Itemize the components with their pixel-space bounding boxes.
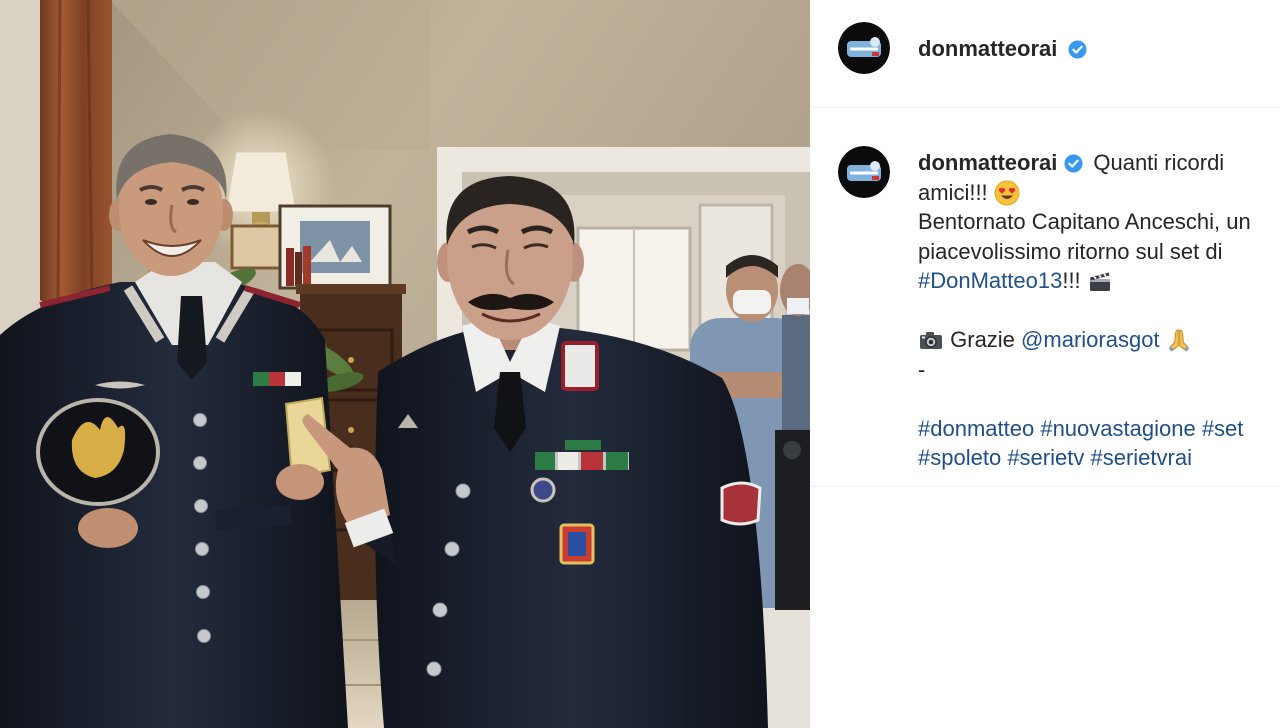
hashtag-row: #spoleto #serietv #serietvrai <box>918 443 1272 473</box>
hashtag-row: #donmatteo #nuovastagione #set <box>918 414 1272 444</box>
hashtag-link[interactable]: #serietv <box>1007 445 1084 470</box>
hashtag-link[interactable]: #set <box>1202 416 1244 441</box>
instagram-post-view: donmatteorai donmatteorai Quanti ricordi… <box>0 0 1280 728</box>
caption-line: amici!!! <box>918 178 1272 208</box>
heart-eyes-emoji-icon <box>994 180 1020 206</box>
small-frame <box>230 224 282 270</box>
caption-line: Bentornato Capitano Anceschi, un <box>918 207 1272 237</box>
caption-intro-continued: amici!!! <box>918 179 988 205</box>
caption-text: donmatteorai Quanti ricordi amici!!! Bent… <box>918 148 1272 473</box>
caption-separator: - <box>918 356 926 382</box>
verified-badge-icon <box>1064 154 1083 173</box>
books <box>286 246 311 286</box>
avatar[interactable] <box>838 22 890 74</box>
curtain <box>40 0 112 306</box>
hashtag-link[interactable]: #donmatteo <box>918 416 1034 441</box>
camera-equipment <box>775 430 810 610</box>
header-username-link[interactable]: donmatteorai <box>918 36 1057 62</box>
hashtag-link[interactable]: #nuovastagione <box>1040 416 1195 441</box>
don-matteo-logo-icon <box>838 146 890 198</box>
folded-hands-emoji-icon <box>1166 327 1192 353</box>
caption-line: Grazie @mariorasgot <box>918 325 1272 355</box>
hashtag-link[interactable]: #spoleto <box>918 445 1001 470</box>
verified-badge-icon <box>1068 40 1087 59</box>
hashtag-link-donmatteo13[interactable]: #DonMatteo13 <box>918 268 1062 293</box>
don-matteo-logo-icon <box>838 22 890 74</box>
caption-line: donmatteorai Quanti ricordi <box>918 148 1272 178</box>
caption-username-link[interactable]: donmatteorai <box>918 150 1057 175</box>
caption-line: #DonMatteo13!!! <box>918 266 1272 296</box>
camera-emoji-icon <box>918 327 944 353</box>
caption-body-line: Bentornato Capitano Anceschi, un <box>918 209 1251 234</box>
mention-link-mariorasgot[interactable]: @mariorasgot <box>1021 327 1160 352</box>
caption-avatar[interactable] <box>838 146 890 198</box>
post-photo[interactable] <box>0 0 810 728</box>
clapper-board-emoji-icon <box>1087 268 1113 294</box>
caption-body-line: piacevolissimo ritorno sul set di <box>918 238 1223 264</box>
caption-line: - <box>918 355 1272 385</box>
caption: donmatteorai Quanti ricordi amici!!! Bent… <box>810 108 1280 487</box>
caption-intro: Quanti ricordi <box>1093 150 1225 175</box>
caption-line: piacevolissimo ritorno sul set di <box>918 237 1272 267</box>
post-header: donmatteorai <box>810 0 1280 108</box>
credit-text: Grazie <box>950 327 1015 352</box>
post-side-panel: donmatteorai donmatteorai Quanti ricordi… <box>810 0 1280 728</box>
caption-exclamation: !!! <box>1062 268 1081 293</box>
hashtag-link[interactable]: #serietvrai <box>1090 445 1191 470</box>
